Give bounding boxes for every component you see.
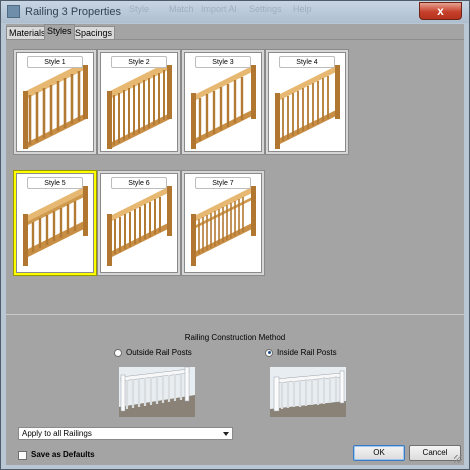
dialog-client-area: Materials Styles Spacings Style 1 Style …	[6, 24, 464, 465]
style-tile-6[interactable]: Style 6	[100, 173, 178, 273]
outside-rail-posts-option[interactable]: Outside Rail Posts	[114, 348, 192, 357]
style-label: Style 2	[111, 56, 167, 68]
style-tile-1[interactable]: Style 1	[16, 52, 94, 152]
styles-panel: Style 1 Style 2 Style 3 Style 4 Style 5 …	[6, 39, 464, 315]
railing-preview-image	[191, 65, 256, 149]
style-label: Style 4	[279, 56, 335, 68]
railing-preview-image	[275, 65, 340, 149]
style-tile-4[interactable]: Style 4	[268, 52, 346, 152]
style-tile-7[interactable]: Style 7	[184, 173, 262, 273]
outside-rail-posts-image	[119, 367, 195, 417]
railing-preview-image	[107, 65, 172, 149]
outside-rail-posts-label: Outside Rail Posts	[126, 348, 192, 357]
properties-dialog: Railing 3 Properties Style Match Import …	[0, 0, 470, 470]
background-toolbar-label: Help	[293, 4, 312, 14]
apply-to-dropdown[interactable]: Apply to all Railings	[18, 427, 233, 440]
inside-rail-posts-image	[270, 367, 346, 417]
tab-materials[interactable]: Materials	[6, 26, 49, 39]
inside-rail-posts-radio[interactable]	[265, 348, 273, 357]
section-divider	[6, 314, 464, 315]
railing-preview-image	[107, 186, 172, 266]
style-tile-5[interactable]: Style 5	[16, 173, 94, 273]
style-label: Style 1	[27, 56, 83, 68]
save-as-defaults-label[interactable]: Save as Defaults	[31, 450, 95, 459]
style-tile-3[interactable]: Style 3	[184, 52, 262, 152]
apply-to-value: Apply to all Railings	[22, 429, 92, 438]
background-toolbar-label: Settings	[249, 4, 282, 14]
app-icon	[7, 5, 20, 18]
tab-spacings[interactable]: Spacings	[72, 26, 116, 39]
style-label: Style 5	[27, 177, 83, 189]
background-toolbar-label: Match	[169, 4, 194, 14]
railing-preview-image	[23, 186, 88, 266]
chevron-down-icon[interactable]	[223, 432, 229, 436]
style-tile-2[interactable]: Style 2	[100, 52, 178, 152]
background-toolbar-label: Import Al	[201, 4, 237, 14]
title-bar[interactable]: Railing 3 Properties Style Match Import …	[1, 1, 469, 23]
style-label: Style 3	[195, 56, 251, 68]
save-as-defaults-checkbox[interactable]	[18, 451, 27, 460]
tab-styles[interactable]: Styles	[44, 24, 75, 40]
inside-rail-posts-label: Inside Rail Posts	[277, 348, 337, 357]
ok-button[interactable]: OK	[353, 445, 405, 461]
close-icon: x	[437, 4, 444, 18]
inside-rail-posts-option[interactable]: Inside Rail Posts	[265, 348, 337, 357]
style-label: Style 7	[195, 177, 251, 189]
railing-preview-image	[23, 65, 88, 149]
window-title: Railing 3 Properties	[25, 6, 121, 18]
construction-method-title: Railing Construction Method	[184, 333, 286, 342]
railing-preview-image	[191, 186, 256, 266]
background-toolbar-label: Style	[129, 4, 150, 14]
outside-rail-posts-radio[interactable]	[114, 348, 122, 357]
resize-grip-icon[interactable]	[454, 455, 462, 463]
style-label: Style 6	[111, 177, 167, 189]
close-button[interactable]: x	[419, 2, 462, 20]
